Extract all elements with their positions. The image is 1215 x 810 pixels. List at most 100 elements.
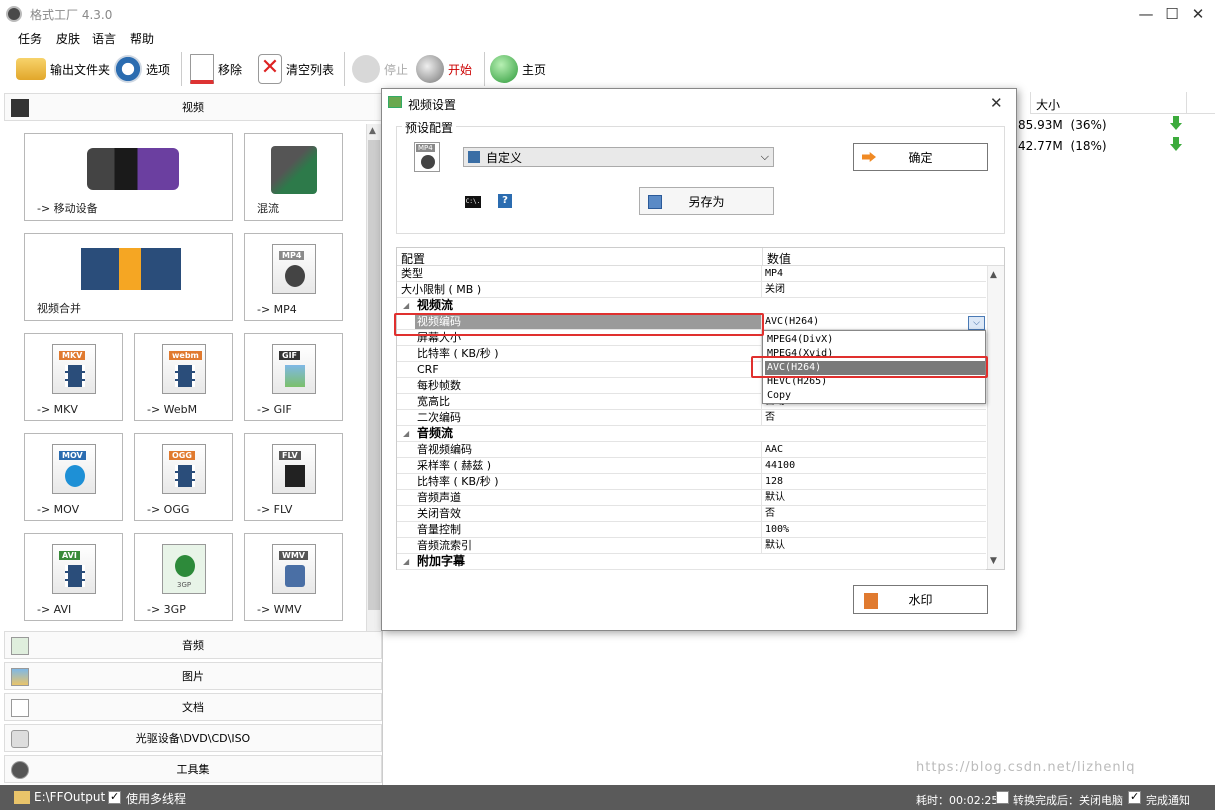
codec-option[interactable]: MPEG4(DivX) xyxy=(765,333,985,347)
chevron-down-icon[interactable]: ⌵ xyxy=(968,316,985,330)
settings-picture-icon xyxy=(388,96,402,108)
multithread-checkbox[interactable] xyxy=(108,790,121,804)
grid-section-row[interactable]: ◢ 附加字幕 xyxy=(397,554,986,570)
tile-ogg[interactable]: OGG -> OGG xyxy=(134,433,233,521)
sidebar-scroll-thumb[interactable] xyxy=(368,140,380,610)
grid-row[interactable]: 音量控制 100% xyxy=(397,522,986,538)
format-badge: WMV xyxy=(279,551,308,560)
grid-row[interactable]: 二次编码 否 xyxy=(397,410,986,426)
grid-value: AVC(H264) xyxy=(765,316,820,327)
grid-row[interactable]: 音视频编码 AAC xyxy=(397,442,986,458)
globe-icon xyxy=(490,55,518,83)
start-button[interactable]: 开始 xyxy=(416,52,472,86)
column-divider xyxy=(1030,92,1031,114)
webm-file-icon: webm xyxy=(162,344,206,394)
maximize-icon[interactable]: ☐ xyxy=(1162,4,1182,24)
music-note-icon xyxy=(11,637,29,655)
preset-group-title: 预设配置 xyxy=(402,119,457,136)
category-image[interactable]: 图片 xyxy=(4,662,382,690)
tile-mp4[interactable]: MP4 -> MP4 xyxy=(244,233,343,321)
column-divider xyxy=(1186,92,1187,114)
scroll-up-icon[interactable]: ▲ xyxy=(990,270,997,280)
task-row[interactable]: 42.77M (18%) xyxy=(1018,139,1107,153)
remove-label: 移除 xyxy=(218,62,243,77)
shutdown-checkbox[interactable] xyxy=(996,791,1009,804)
clear-list-button[interactable]: ✕ 清空列表 xyxy=(258,52,334,86)
tile-webm[interactable]: webm -> WebM xyxy=(134,333,233,421)
grid-key: 大小限制 ( MB ) xyxy=(401,283,482,296)
notify-checkbox[interactable] xyxy=(1128,790,1141,804)
output-folder-button[interactable]: 输出文件夹 xyxy=(16,52,110,86)
remove-button[interactable]: 移除 xyxy=(190,52,242,86)
collapse-triangle-icon[interactable]: ◢ xyxy=(403,298,409,313)
menu-language[interactable]: 语言 xyxy=(92,30,116,47)
category-disc[interactable]: 光驱设备\DVD\CD\ISO xyxy=(4,724,382,752)
menu-help[interactable]: 帮助 xyxy=(130,30,154,47)
toolbar-divider xyxy=(484,52,485,86)
tile-mov[interactable]: MOV -> MOV xyxy=(24,433,123,521)
grid-row[interactable]: 采样率 ( 赫兹 ) 44100 xyxy=(397,458,986,474)
tile-wmv[interactable]: WMV -> WMV xyxy=(244,533,343,621)
tile-3gp[interactable]: 3GP -> 3GP xyxy=(134,533,233,621)
options-button[interactable]: 选项 xyxy=(114,52,170,86)
help-icon[interactable]: ? xyxy=(498,194,512,208)
tile-gif[interactable]: GIF -> GIF xyxy=(244,333,343,421)
ok-label: 确定 xyxy=(908,150,933,165)
grid-row[interactable]: 大小限制 ( MB ) 关闭 xyxy=(397,282,986,298)
tile-label: -> GIF xyxy=(257,403,292,416)
grid-row[interactable]: 关闭音效 否 xyxy=(397,506,986,522)
tile-mkv[interactable]: MKV -> MKV xyxy=(24,333,123,421)
app-logo-icon xyxy=(6,6,22,22)
reel-icon xyxy=(421,155,435,169)
watermark-button[interactable]: 水印 xyxy=(853,585,988,614)
tile-avi[interactable]: AVI -> AVI xyxy=(24,533,123,621)
tile-mobile-device[interactable]: -> 移动设备 xyxy=(24,133,233,221)
folder-icon[interactable] xyxy=(14,791,30,804)
tile-mux[interactable]: 混流 xyxy=(244,133,343,221)
grid-row[interactable]: 类型 MP4 xyxy=(397,266,986,282)
close-icon[interactable]: ✕ xyxy=(990,94,1003,112)
grid-key: CRF xyxy=(417,363,439,376)
grid-row[interactable]: 音频流索引 默认 xyxy=(397,538,986,554)
task-row[interactable]: 85.93M (36%) xyxy=(1018,118,1107,132)
ok-button[interactable]: 确定 xyxy=(853,143,988,171)
grid-row[interactable]: 比特率 ( KB/秒 ) 128 xyxy=(397,474,986,490)
home-button[interactable]: 主页 xyxy=(490,52,546,86)
tile-video-merge[interactable]: 视频合并 xyxy=(24,233,233,321)
dialog-title: 视频设置 xyxy=(408,98,457,112)
save-as-button[interactable]: 另存为 xyxy=(639,187,774,215)
tile-label: -> AVI xyxy=(37,603,72,616)
preset-select[interactable]: 自定义 ⌵ xyxy=(463,147,774,167)
tile-label: -> WebM xyxy=(147,403,198,416)
menu-task[interactable]: 任务 xyxy=(18,30,42,47)
minimize-icon[interactable]: — xyxy=(1136,4,1156,24)
output-path[interactable]: E:\FFOutput xyxy=(34,790,105,804)
wmv-file-icon: WMV xyxy=(272,544,316,594)
grid-divider xyxy=(761,506,762,522)
collapse-triangle-icon[interactable]: ◢ xyxy=(403,554,409,569)
elapsed-time: 耗时：00:02:25 xyxy=(916,794,999,807)
category-tools[interactable]: 工具集 xyxy=(4,755,382,783)
save-disk-icon xyxy=(648,195,662,209)
codec-option[interactable]: Copy xyxy=(765,389,985,403)
command-line-icon[interactable]: C:\. xyxy=(465,196,481,208)
category-video[interactable]: 视频 xyxy=(4,93,382,121)
category-audio[interactable]: 音频 xyxy=(4,631,382,659)
tile-flv[interactable]: FLV -> FLV xyxy=(244,433,343,521)
close-icon[interactable]: ✕ xyxy=(1188,4,1208,24)
grid-scrollbar[interactable] xyxy=(987,266,1004,569)
grid-section-row[interactable]: ◢ 视频流 xyxy=(397,298,986,314)
grid-row[interactable]: 音频声道 默认 xyxy=(397,490,986,506)
collapse-triangle-icon[interactable]: ◢ xyxy=(403,426,409,441)
column-size-header[interactable]: 大小 xyxy=(1036,96,1060,113)
tile-label: -> WMV xyxy=(257,603,302,616)
tile-label: -> MOV xyxy=(37,503,80,516)
scroll-up-icon[interactable]: ▲ xyxy=(369,126,376,136)
category-document[interactable]: 文档 xyxy=(4,693,382,721)
grid-section-row[interactable]: ◢ 音频流 xyxy=(397,426,986,442)
menu-skin[interactable]: 皮肤 xyxy=(56,30,80,47)
clear-x-icon: ✕ xyxy=(258,54,282,84)
scroll-down-icon[interactable]: ▼ xyxy=(990,556,997,566)
stop-button[interactable]: 停止 xyxy=(352,52,408,86)
highlight-video-codec-row xyxy=(394,313,764,336)
